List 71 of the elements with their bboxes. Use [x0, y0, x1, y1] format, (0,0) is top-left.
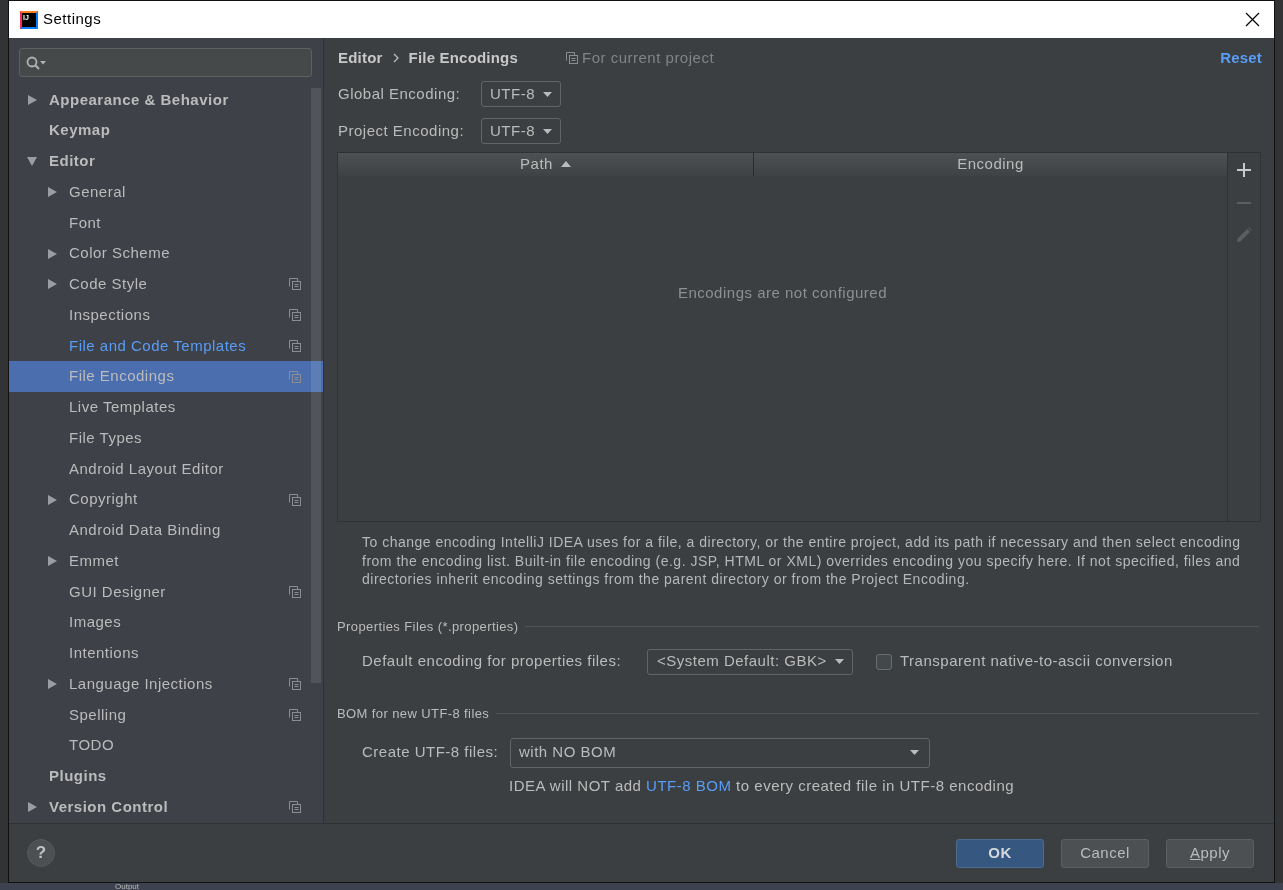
tree-item[interactable]: Appearance & Behavior	[9, 84, 323, 116]
field-label: Create UTF-8 files:	[362, 742, 500, 763]
tree-item[interactable]: Images	[9, 607, 323, 638]
search-icon	[26, 55, 46, 70]
tree-item[interactable]: Language Injections	[9, 668, 323, 700]
tree-item[interactable]: Plugins	[9, 761, 323, 792]
triangle-right-icon[interactable]	[47, 494, 57, 505]
section-title: BOM for new UTF-8 files	[337, 704, 490, 723]
dialog-button[interactable]: OK	[956, 838, 1044, 868]
search-field[interactable]	[19, 48, 312, 77]
triangle-right-icon[interactable]	[47, 187, 57, 198]
checkbox-label[interactable]: Transparent native-to-ascii conversion	[900, 650, 1173, 673]
tree-item[interactable]: TODO	[9, 730, 323, 761]
triangle-right-icon[interactable]	[47, 679, 57, 690]
window-title: Settings	[43, 9, 102, 30]
link[interactable]: UTF-8 BOM	[646, 776, 732, 794]
help-button[interactable]: ?	[27, 839, 55, 867]
field-label: Project Encoding:	[338, 120, 466, 141]
tool-window-tab[interactable]: Output	[115, 883, 139, 890]
caret-icon	[835, 659, 844, 664]
caret-icon	[543, 128, 552, 134]
field-label: Global Encoding:	[338, 83, 462, 104]
encoding-dropdown[interactable]: UTF-8	[481, 118, 561, 144]
tree-item[interactable]: Keymap	[9, 115, 323, 146]
tree-item[interactable]: Live Templates	[9, 392, 323, 423]
dialog-button[interactable]: Apply	[1166, 838, 1254, 868]
tree-item[interactable]: Emmet	[9, 545, 323, 577]
scrollbar[interactable]	[311, 88, 321, 683]
checkbox[interactable]	[876, 653, 892, 670]
column-header[interactable]: Path	[338, 153, 753, 176]
scope-note: For current project	[582, 47, 715, 68]
tree-item[interactable]: Font	[9, 207, 323, 239]
tree-item[interactable]: General	[9, 176, 323, 208]
tree-item[interactable]: Copyright	[9, 484, 323, 515]
chevron-right-icon	[392, 53, 399, 63]
triangle-right-icon[interactable]	[47, 556, 57, 567]
reset-link[interactable]: Reset	[1220, 46, 1262, 70]
tree-item[interactable]: Color Scheme	[9, 238, 323, 269]
help-text: To change encoding IntelliJ IDEA uses for a file, a directory, or the entire project, add its path if necessary and then select encoding from the encoding list. Built-in file encoding (e.g. JSP, HTML or XML) overrides encoding you specify here. If not specified, files and directories inherit encoding settings from the parent directory or from the Project Encoding.	[361, 533, 1242, 589]
triangle-right-icon[interactable]	[47, 279, 57, 290]
tree-item[interactable]: Version Control	[9, 791, 323, 823]
tree-item[interactable]: File Types	[9, 422, 323, 454]
empty-table-message: Encodings are not configured	[677, 284, 888, 302]
triangle-right-icon[interactable]	[47, 248, 57, 259]
tree-item[interactable]: File and Code Templates	[9, 330, 323, 362]
tree-item[interactable]: Inspections	[9, 299, 323, 331]
caret-icon	[910, 750, 919, 755]
triangle-right-icon[interactable]	[27, 94, 37, 105]
breadcrumb-item: File Encodings	[408, 47, 518, 68]
breadcrumb-item: Editor	[338, 47, 383, 68]
triangle-right-icon[interactable]	[27, 802, 37, 813]
overlapping-squares-icon	[566, 52, 578, 64]
column-header[interactable]: Encoding	[753, 153, 1227, 176]
bom-dropdown[interactable]: with NO BOM	[510, 737, 930, 768]
tree-item[interactable]: Android Layout Editor	[9, 453, 323, 485]
dialog-button[interactable]: Cancel	[1061, 838, 1149, 868]
tree-item[interactable]: GUI Designer	[9, 576, 323, 608]
section-title: Properties Files (*.properties)	[337, 617, 519, 636]
tree-item[interactable]: Spelling	[9, 699, 323, 731]
caret-icon	[543, 91, 552, 97]
triangle-down-icon[interactable]	[27, 156, 37, 167]
tree-item[interactable]: Code Style	[9, 269, 323, 300]
field-label: Default encoding for properties files:	[362, 651, 623, 672]
close-icon[interactable]	[1245, 12, 1260, 27]
encoding-dropdown[interactable]: <System Default: GBK>	[647, 648, 853, 675]
tree-item[interactable]: Intentions	[9, 638, 323, 669]
tree-item[interactable]: Android Data Binding	[9, 515, 323, 546]
encoding-dropdown[interactable]: UTF-8	[481, 81, 561, 107]
tree-item[interactable]: Editor	[9, 146, 323, 177]
info-note: IDEA will NOT add UTF-8 BOM to every created file in UTF-8 encoding	[509, 776, 1015, 795]
plus-icon[interactable]	[1237, 163, 1251, 177]
